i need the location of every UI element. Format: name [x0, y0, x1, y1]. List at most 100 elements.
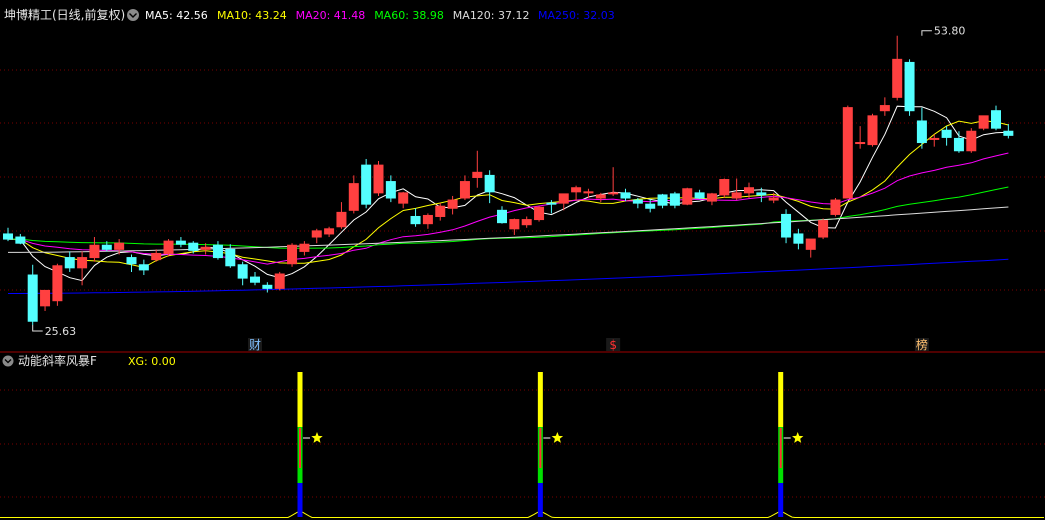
candle	[299, 241, 310, 256]
candle	[422, 213, 433, 229]
sub-header: 动能斜率风暴F XG: 0.00	[2, 353, 176, 368]
candle	[138, 259, 149, 276]
candle	[237, 261, 248, 286]
main-header: 坤博精工(日线,前复权) MA5: 42.56 MA10: 43.24 MA20: …	[4, 7, 615, 22]
candle-body	[595, 194, 606, 199]
candle-body	[991, 110, 1001, 129]
candle-body	[472, 171, 483, 178]
star-icon	[792, 432, 804, 443]
candle-body	[706, 193, 717, 202]
indicator-title: 动能斜率风暴F	[18, 353, 97, 368]
candle-body	[40, 289, 51, 307]
candle-body	[497, 209, 507, 224]
candle-body	[77, 257, 88, 269]
candle	[669, 191, 680, 209]
candle-body	[212, 244, 223, 259]
candle	[287, 243, 298, 267]
candle-body	[422, 214, 433, 225]
candle	[1003, 124, 1014, 139]
candle-body	[867, 115, 878, 146]
candle	[348, 175, 359, 214]
candle-body	[385, 181, 396, 199]
candle-body	[904, 61, 915, 112]
candle-body	[311, 230, 322, 238]
event-marker-label: 财	[249, 338, 261, 352]
signal-bars	[0, 372, 1044, 518]
candle-body	[793, 233, 804, 244]
candle-body	[188, 242, 199, 251]
ma-legend-item: MA250: 32.03	[538, 9, 615, 22]
annotation-label: 53.80	[934, 25, 966, 38]
event-marker: 榜	[914, 337, 929, 352]
ma20-line	[7, 152, 1009, 265]
candle	[212, 241, 223, 260]
ma-legend: MA5: 42.56 MA10: 43.24 MA20: 41.48 MA60: 38…	[145, 9, 615, 22]
candle-body	[361, 164, 372, 205]
candle-body	[447, 199, 458, 209]
candle-body	[682, 188, 693, 205]
candle	[52, 263, 63, 306]
candle	[250, 271, 260, 286]
candle	[904, 59, 915, 116]
candle-body	[250, 276, 260, 283]
candle-body	[892, 58, 903, 98]
candle-body	[953, 137, 964, 152]
candle-body	[459, 181, 470, 199]
indicator-xg-value: XG: 0.00	[128, 355, 176, 368]
candle	[64, 251, 75, 272]
annotation-label: 25.63	[45, 325, 76, 338]
candle	[830, 198, 841, 217]
candle-body	[262, 284, 273, 289]
candle-body	[842, 107, 853, 199]
candle-body	[669, 193, 680, 206]
candle	[336, 202, 347, 229]
candle-body	[435, 205, 446, 217]
candle-body	[225, 248, 236, 267]
candle-body	[138, 264, 149, 271]
signal-curve	[0, 510, 1044, 518]
signal-segment-yellow	[537, 372, 543, 427]
candle	[274, 271, 285, 291]
candle-body	[558, 193, 569, 204]
candle	[558, 193, 569, 211]
candle	[657, 193, 668, 209]
candle	[3, 227, 13, 242]
candle-body	[64, 257, 75, 269]
signal-segment-red	[299, 428, 301, 468]
candle-body	[916, 120, 927, 144]
settings-dropdown-icon[interactable]	[127, 9, 139, 21]
price-annotation: 53.80	[921, 25, 966, 38]
candle-body	[879, 105, 890, 112]
indicator-dropdown-icon[interactable]	[2, 355, 14, 367]
candle	[262, 282, 273, 293]
candle	[916, 107, 927, 149]
candle-body	[818, 220, 829, 238]
candle-body	[52, 265, 63, 302]
candle	[373, 161, 384, 196]
candle	[398, 191, 409, 209]
signal-column	[778, 372, 804, 517]
candle-body	[237, 264, 248, 279]
candle-body	[373, 164, 384, 194]
candle	[497, 206, 507, 224]
stock-chart[interactable]: 53.80 25.63 财 $ 榜 坤博精工(日线,前复权) MA5: 42.56 MA…	[0, 0, 1045, 520]
candle-body	[484, 174, 495, 193]
event-markers[interactable]: 财 $ 榜	[248, 337, 929, 352]
signal-column	[537, 372, 564, 517]
candle-body	[175, 240, 186, 245]
candle-body	[410, 215, 421, 225]
candle	[682, 187, 693, 206]
candle	[608, 167, 619, 196]
candle	[941, 126, 952, 146]
candle	[694, 189, 705, 200]
candle-body	[966, 130, 977, 152]
candle-body	[200, 246, 211, 250]
ma120-line	[8, 206, 1009, 253]
candle	[40, 289, 51, 311]
candle	[991, 105, 1001, 131]
candle	[781, 209, 792, 244]
candle-body	[3, 233, 13, 240]
annotation-leader	[921, 30, 932, 36]
candle	[311, 228, 322, 244]
indicator-grid	[0, 389, 1045, 498]
